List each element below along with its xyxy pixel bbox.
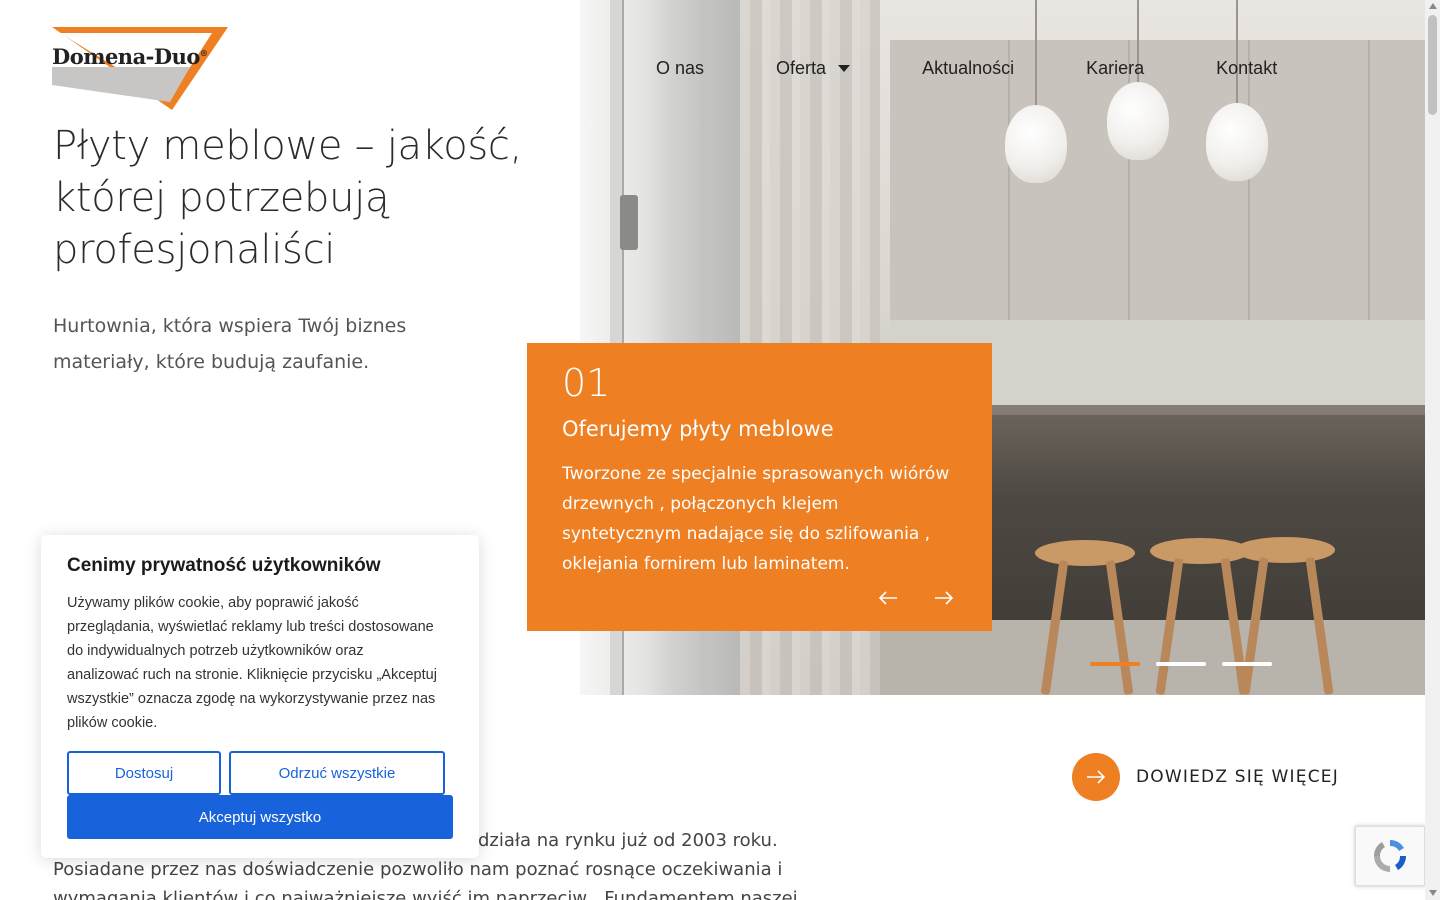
read-more-link[interactable]: DOWIEDZ SIĘ WIĘCEJ bbox=[1072, 753, 1339, 801]
logo[interactable]: Domena-Duo® bbox=[52, 27, 230, 112]
stool-decor bbox=[1035, 540, 1135, 566]
slide-text: Tworzone ze specjalnie sprasowanych wiór… bbox=[562, 464, 950, 574]
nav-item-kontakt[interactable]: Kontakt bbox=[1216, 58, 1277, 79]
arrow-right-icon[interactable] bbox=[934, 589, 954, 611]
floor-decor bbox=[880, 620, 1425, 695]
nav-item-label: Kariera bbox=[1086, 58, 1145, 78]
pendant-lamp-decor bbox=[1206, 103, 1268, 181]
accept-all-button[interactable]: Akceptuj wszystko bbox=[67, 795, 453, 839]
nav-item-label: Aktualności bbox=[922, 58, 1015, 78]
pendant-lamp-decor bbox=[1005, 105, 1067, 183]
hero-subtitle-line: Hurtownia, która wspiera Twój biznes bbox=[53, 315, 407, 337]
about-text-line: Posiadane przez nas doświadczenie pozwol… bbox=[53, 859, 783, 880]
slider-dot-2[interactable] bbox=[1156, 662, 1206, 666]
nav-item-o-nas[interactable]: O nas bbox=[656, 58, 704, 79]
cookie-consent-panel: Cenimy prywatność użytkowników Używamy p… bbox=[41, 535, 479, 858]
pendant-lamp-decor bbox=[1107, 82, 1169, 160]
slider-pagination bbox=[1090, 662, 1272, 666]
scroll-down-icon[interactable] bbox=[1429, 890, 1437, 896]
read-more-label: DOWIEDZ SIĘ WIĘCEJ bbox=[1136, 767, 1339, 787]
lamp-cord-decor bbox=[1236, 0, 1238, 112]
slider-dot-3[interactable] bbox=[1222, 662, 1272, 666]
slider-dot-1[interactable] bbox=[1090, 662, 1140, 666]
lamp-cord-decor bbox=[1035, 0, 1037, 112]
nav-item-aktualnosci[interactable]: Aktualności bbox=[922, 58, 1014, 79]
slide-arrows bbox=[878, 589, 954, 611]
main-nav: O nas Oferta Aktualności Kariera Kontakt bbox=[656, 58, 1277, 79]
recaptcha-badge[interactable] bbox=[1355, 826, 1425, 886]
reject-all-button[interactable]: Odrzuć wszystkie bbox=[229, 751, 445, 795]
cookie-text: Używamy plików cookie, aby poprawić jako… bbox=[67, 595, 437, 731]
recaptcha-icon bbox=[1373, 839, 1407, 872]
slide-number: 01 bbox=[562, 361, 611, 405]
nav-item-oferta[interactable]: Oferta bbox=[776, 58, 851, 79]
hero-title: Płyty meblowe – jakość, której potrzebuj… bbox=[53, 123, 523, 273]
customize-button[interactable]: Dostosuj bbox=[67, 751, 221, 795]
nav-item-label: O nas bbox=[656, 58, 705, 78]
scroll-up-icon[interactable] bbox=[1429, 3, 1437, 9]
nav-item-label: Oferta bbox=[776, 58, 827, 78]
logo-text: Domena-Duo® bbox=[52, 44, 208, 69]
logo-emblem-icon bbox=[52, 27, 228, 110]
page-scrollbar[interactable] bbox=[1425, 0, 1440, 900]
slide-title: Oferujemy płyty meblowe bbox=[562, 417, 834, 441]
hero-subtitle: Hurtownia, która wspiera Twój biznes mat… bbox=[53, 308, 533, 380]
cookie-buttons: Dostosuj Odrzuć wszystkie bbox=[67, 751, 453, 795]
nav-item-label: Kontakt bbox=[1216, 58, 1278, 78]
hero-subtitle-line: materiały, które budują zaufanie. bbox=[53, 351, 370, 373]
cabinets-decor bbox=[890, 40, 1425, 320]
window-handle-decor bbox=[620, 195, 638, 250]
stool-decor bbox=[1235, 537, 1335, 563]
arrow-right-icon bbox=[1072, 753, 1120, 801]
arrow-left-icon[interactable] bbox=[878, 589, 898, 611]
nav-item-kariera[interactable]: Kariera bbox=[1086, 58, 1144, 79]
slide-card: 01 Oferujemy płyty meblowe Tworzone ze s… bbox=[527, 343, 992, 631]
caret-down-icon bbox=[838, 65, 851, 72]
cookie-title: Cenimy prywatność użytkowników bbox=[67, 555, 381, 576]
scrollbar-thumb[interactable] bbox=[1428, 15, 1437, 115]
about-text-line: wymagania klientów i co najważniejsze wy… bbox=[53, 888, 798, 900]
